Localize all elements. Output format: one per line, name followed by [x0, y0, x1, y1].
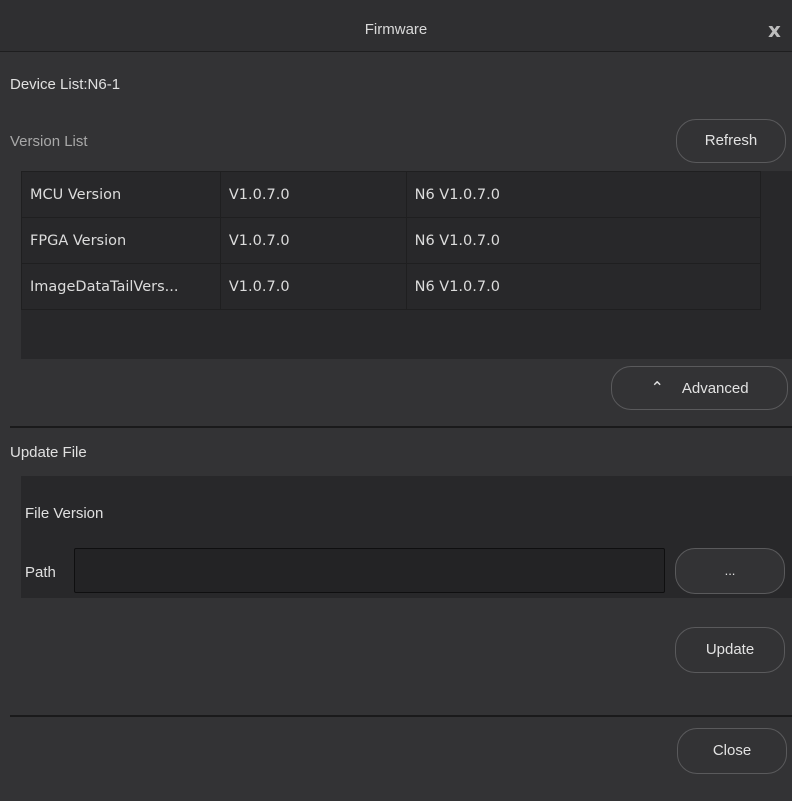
close-button[interactable]: Close	[677, 728, 787, 774]
version-full-cell: N6 V1.0.7.0	[405, 217, 762, 264]
version-value-cell: V1.0.7.0	[219, 263, 407, 310]
advanced-label: Advanced	[681, 380, 749, 397]
window-title: Firmware	[364, 21, 428, 38]
version-list-label: Version List	[10, 133, 88, 150]
update-button[interactable]: Update	[675, 627, 785, 673]
version-full-cell: N6 V1.0.7.0	[405, 263, 762, 310]
version-table: MCU Version V1.0.7.0 N6 V1.0.7.0 FPGA Ve…	[21, 171, 792, 359]
double-chevron-up-icon: ⌃	[650, 378, 664, 397]
refresh-button[interactable]: Refresh	[676, 119, 786, 163]
close-icon[interactable]: x	[768, 18, 792, 42]
advanced-button[interactable]: ⌃ Advanced	[611, 366, 788, 410]
path-label: Path	[25, 564, 56, 581]
version-name-cell: FPGA Version	[21, 217, 221, 264]
version-grid: MCU Version V1.0.7.0 N6 V1.0.7.0 FPGA Ve…	[21, 171, 762, 310]
section-divider	[10, 426, 792, 428]
table-row[interactable]: FPGA Version V1.0.7.0 N6 V1.0.7.0	[21, 217, 762, 264]
title-bar: Firmware x	[0, 0, 792, 52]
browse-button[interactable]: ...	[675, 548, 785, 594]
version-full-cell: N6 V1.0.7.0	[405, 171, 762, 218]
footer-divider	[10, 715, 792, 717]
version-name-cell: MCU Version	[21, 171, 221, 218]
path-input[interactable]	[74, 548, 665, 593]
update-file-label: Update File	[10, 444, 87, 461]
version-name-cell: ImageDataTailVers...	[21, 263, 221, 310]
table-row[interactable]: ImageDataTailVers... V1.0.7.0 N6 V1.0.7.…	[21, 263, 762, 310]
device-list-label: Device List:N6-1	[10, 76, 121, 93]
version-value-cell: V1.0.7.0	[219, 171, 407, 218]
table-row[interactable]: MCU Version V1.0.7.0 N6 V1.0.7.0	[21, 171, 762, 218]
version-value-cell: V1.0.7.0	[219, 217, 407, 264]
file-version-label: File Version	[25, 505, 104, 522]
